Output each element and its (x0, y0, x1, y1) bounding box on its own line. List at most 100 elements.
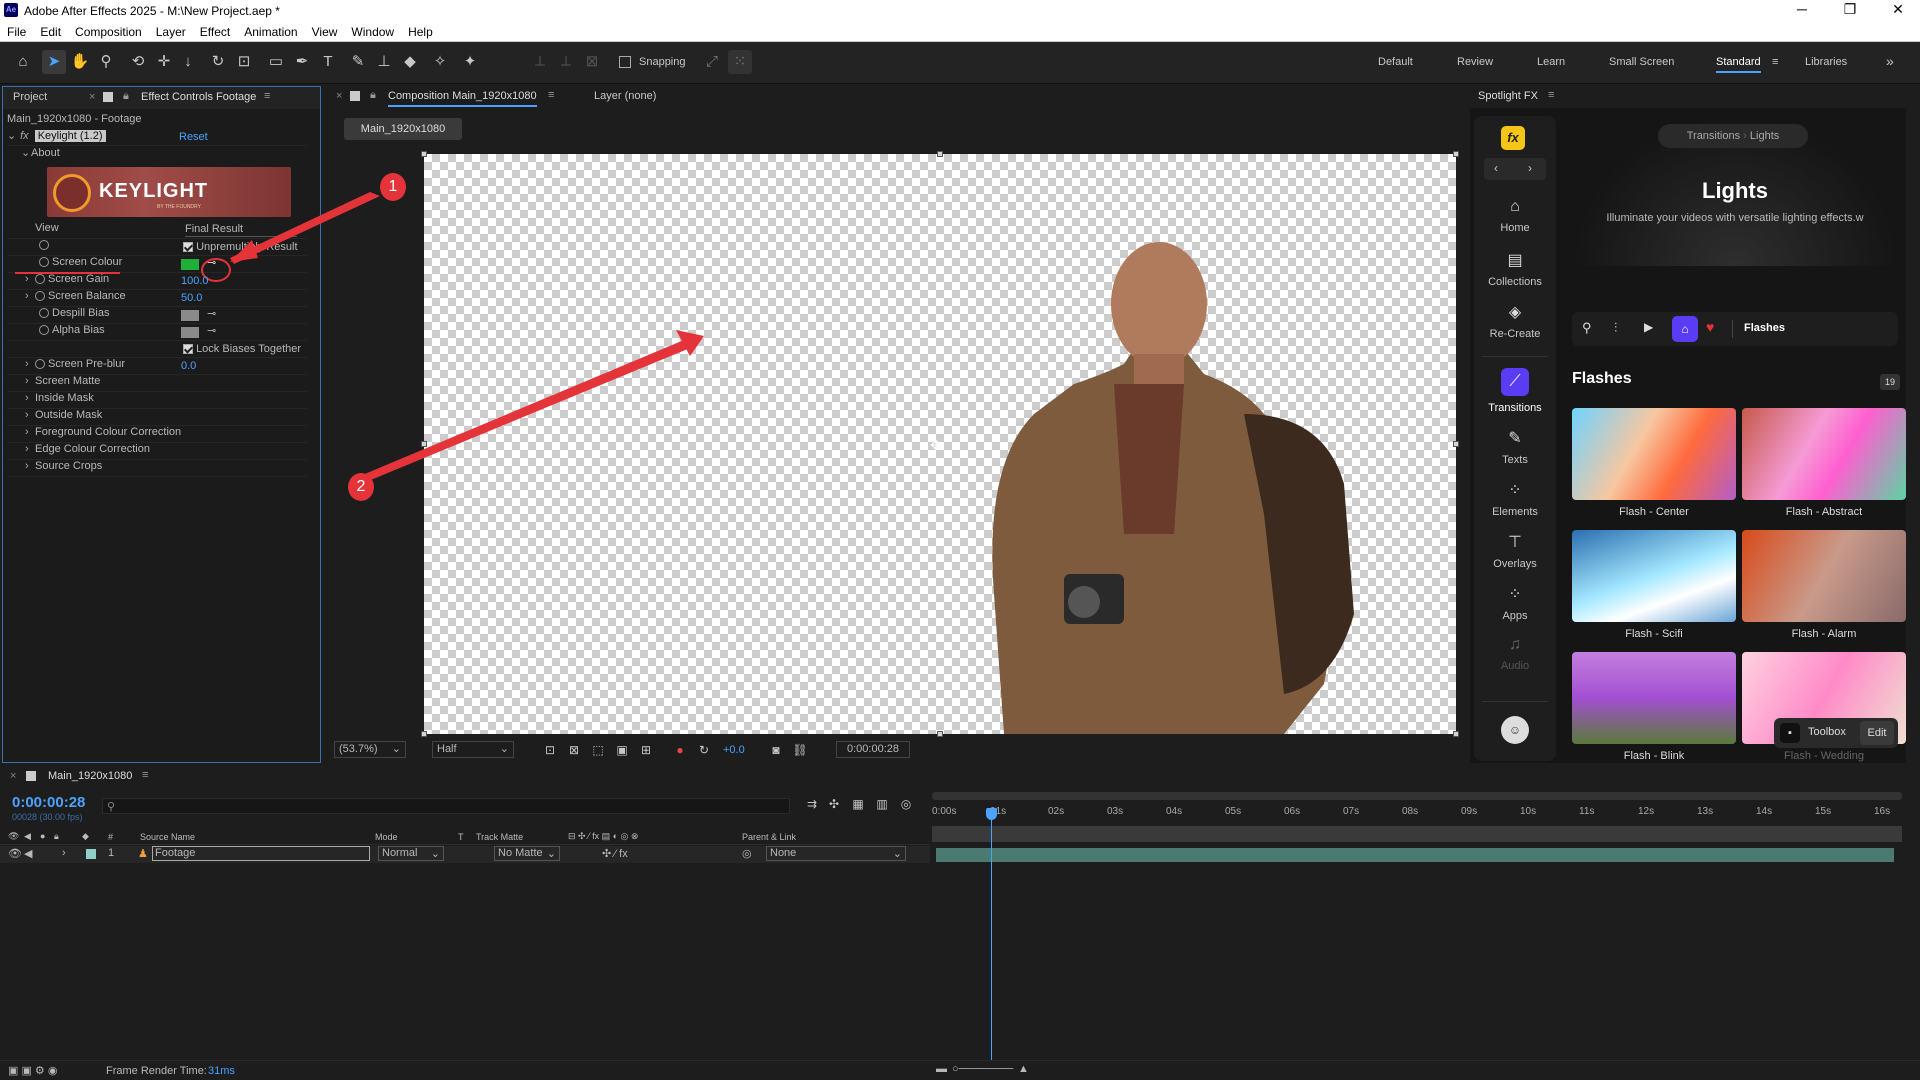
nav-texts-label: Texts (1502, 454, 1528, 466)
play-icon[interactable]: ▶ (1644, 320, 1653, 334)
nav-divider (1482, 701, 1548, 702)
col-track-matte[interactable]: Track Matte (476, 832, 523, 842)
toolbox-button[interactable]: Toolbox (1808, 726, 1846, 738)
breadcrumb: Transitions › Lights (1658, 124, 1808, 148)
playhead-handle[interactable] (986, 808, 997, 820)
apps-icon: ⁘ (1508, 586, 1522, 603)
forward-arrow-icon[interactable]: › (1528, 161, 1532, 175)
zoom-slider[interactable]: ○─────── (952, 1063, 1013, 1075)
nav-audio-label: Audio (1500, 660, 1530, 672)
recreate-icon: ◈ (1508, 304, 1522, 321)
timeline-tabbar: × Main_1920x1080 ≡ (0, 766, 1920, 788)
tab-close-icon[interactable]: × (10, 770, 16, 782)
frame-blending-icon[interactable]: ▥ (870, 792, 894, 816)
zoom-in-icon[interactable]: ▲ (1018, 1063, 1029, 1075)
panel-scrollbar[interactable] (1910, 86, 1920, 763)
work-area-bar[interactable] (932, 792, 1902, 800)
edit-button[interactable]: Edit (1860, 721, 1894, 745)
comp-mini-flowchart-icon[interactable]: ⇉ (800, 792, 824, 816)
layer-label-color[interactable] (86, 849, 96, 859)
thumb-flash-abstract[interactable] (1742, 408, 1906, 500)
tab-timeline[interactable]: Main_1920x1080 (48, 770, 132, 782)
layer-duration-bar[interactable] (936, 848, 1894, 862)
nav-elements[interactable]: ⁘ Elements (1485, 480, 1545, 518)
layer-switches-icon[interactable]: ✣ ⁄ fx (602, 847, 628, 860)
time-ruler[interactable]: 0:00s 01s 02s 03s 04s 05s 06s 07s 08s 09… (932, 804, 1912, 826)
user-avatar[interactable]: ☺ (1501, 716, 1529, 744)
active-filter-label[interactable]: Flashes (1744, 322, 1785, 334)
panel-menu-icon[interactable]: ≡ (1548, 89, 1554, 101)
thumb-flash-scifi[interactable] (1572, 530, 1736, 622)
label-header-icon: ◆ (82, 831, 89, 841)
layer-mode-dropdown[interactable]: Normal ⌄ (378, 846, 444, 861)
nav-divider (1482, 356, 1548, 357)
col-mode[interactable]: Mode (375, 832, 398, 842)
nav-overlays[interactable]: ⊤ Overlays (1485, 532, 1545, 570)
timeline-footer: ▣ ▣ ⚙ ◉ Frame Render Time: 31ms ▬ ○─────… (0, 1060, 1920, 1080)
track-matte-dropdown[interactable]: No Matte ⌄ (494, 846, 560, 861)
breadcrumb-transitions[interactable]: Transitions (1687, 130, 1740, 142)
spotlight-hero: Transitions › Lights Lights Illuminate y… (1572, 116, 1898, 266)
timeline-timecode[interactable]: 0:00:00:28 (12, 794, 85, 811)
parent-dropdown[interactable]: None ⌄ (766, 846, 906, 861)
favorites-heart-icon[interactable]: ♥ (1706, 319, 1714, 335)
spotlight-tabbar: Spotlight FX ≡ (1470, 86, 1906, 108)
ruler-tick: 08s (1402, 806, 1419, 817)
search-icon: ⚲ (107, 801, 116, 813)
playhead-line[interactable] (991, 810, 992, 1060)
nav-collections[interactable]: ▤ Collections (1485, 250, 1545, 288)
layer-row[interactable]: 👁︎ ◀ › 1 ♟ Footage Normal ⌄ No Matte ⌄ ✣ ⁄… (0, 846, 930, 863)
shy-layers-icon[interactable]: ▦ (846, 792, 870, 816)
graph-editor-icon[interactable] (896, 792, 920, 816)
thumb-flash-center[interactable] (1572, 408, 1736, 500)
nav-apps[interactable]: ⁘ Apps (1485, 584, 1545, 622)
thumb-label: Flash - Blink (1623, 750, 1685, 762)
panel-menu-icon[interactable]: ≡ (142, 769, 148, 781)
filter-divider (1732, 320, 1733, 338)
ruler-tick: 07s (1343, 806, 1360, 817)
nav-transitions[interactable]: ⟋ Transitions (1485, 368, 1545, 414)
timeline-panel: × Main_1920x1080 ≡ 0:00:00:28 00028 (30.… (0, 766, 1920, 1080)
nav-audio[interactable]: ♫ Audio (1485, 636, 1545, 672)
ruler-tick: 15s (1815, 806, 1832, 817)
thumb-flash-alarm[interactable] (1742, 530, 1906, 622)
work-area-range[interactable] (932, 826, 1902, 842)
filter-bar: ⚲ ⫶ ▶ ⌂ ♥ Flashes (1572, 312, 1898, 346)
ruler-tick: 02s (1048, 806, 1065, 817)
layer-name[interactable]: Footage (152, 846, 370, 861)
chat-icon[interactable]: ▪ (1780, 723, 1800, 743)
ruler-tick: 11s (1579, 806, 1595, 817)
col-t[interactable]: T (458, 832, 464, 842)
breadcrumb-lights[interactable]: Lights (1750, 130, 1779, 142)
search-icon[interactable]: ⚲ (1582, 320, 1592, 336)
render-time-label: Frame Render Time: (106, 1065, 207, 1077)
arrow-1-head (230, 240, 258, 262)
home-filter-icon[interactable]: ⌂ (1672, 316, 1698, 342)
lock-header-icon: 🔒︎ (54, 831, 59, 841)
footer-toggle-icons[interactable]: ▣ ▣ ⚙ ◉ (8, 1064, 57, 1077)
render-time-value: 31ms (208, 1065, 235, 1077)
ruler-tick: 06s (1284, 806, 1301, 817)
nav-home[interactable]: ⌂ Home (1485, 198, 1545, 234)
nav-texts[interactable]: ✎ Texts (1485, 428, 1545, 466)
parent-pickwhip-icon[interactable]: ◎ (742, 847, 752, 860)
ruler-tick: 04s (1166, 806, 1183, 817)
spotlight-nav: fx ‹ › ⌂ Home ▤ Collections ◈ Re-Create ⟋ Tr… (1474, 116, 1556, 761)
col-source-name[interactable]: Source Name (140, 832, 195, 842)
timeline-search-input[interactable]: ⚲ (102, 798, 790, 814)
zoom-out-icon[interactable]: ▬ (936, 1063, 947, 1075)
layer-audio-icon[interactable]: ◀ (24, 847, 32, 860)
tab-spotlight-fx[interactable]: Spotlight FX (1478, 90, 1538, 102)
ruler-tick: 09s (1461, 806, 1478, 817)
layer-expand-chevron-icon[interactable]: › (62, 847, 66, 859)
back-arrow-icon[interactable]: ‹ (1494, 161, 1498, 175)
layer-visibility-icon[interactable]: 👁︎ (8, 847, 22, 860)
draft-3d-icon[interactable]: ✣ (822, 792, 846, 816)
filter-sliders-icon[interactable]: ⫶ (1614, 320, 1617, 336)
col-parent-link[interactable]: Parent & Link (742, 832, 796, 842)
section-title: Flashes (1572, 370, 1632, 387)
nav-collections-label: Collections (1488, 276, 1542, 288)
thumb-flash-blink[interactable] (1572, 652, 1736, 744)
floating-toolbox: ▪ Toolbox Edit (1774, 718, 1898, 748)
nav-recreate[interactable]: ◈ Re-Create (1485, 302, 1545, 340)
